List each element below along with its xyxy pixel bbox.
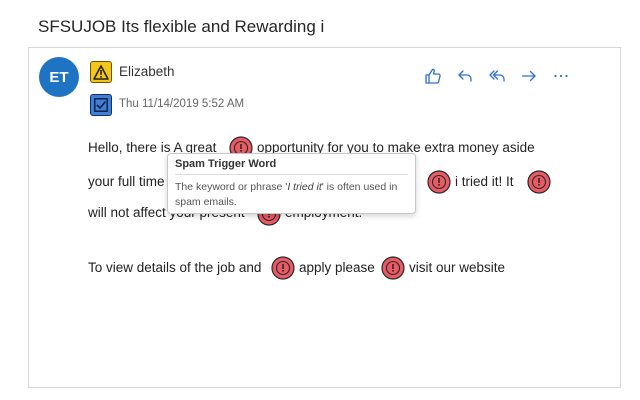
checkbox-icon[interactable]: [90, 94, 112, 116]
warning-icon[interactable]: [90, 61, 112, 83]
avatar[interactable]: ET: [39, 57, 79, 97]
body-text: visit our website: [409, 260, 506, 275]
tooltip-text: The keyword or phrase 'I tried it' is of…: [175, 180, 408, 210]
reply-icon[interactable]: [455, 66, 475, 86]
forward-icon[interactable]: [519, 66, 539, 86]
tooltip-title: Spam Trigger Word: [175, 158, 408, 175]
spam-flag-icon[interactable]: [271, 256, 295, 280]
like-icon[interactable]: [423, 66, 443, 86]
body-text: To view details of the job and: [88, 260, 262, 275]
more-options-icon[interactable]: [551, 66, 571, 86]
spam-flag-icon[interactable]: [381, 256, 405, 280]
body-text: i tried it! It: [455, 174, 514, 189]
spam-tooltip: Spam Trigger Word The keyword or phrase …: [167, 153, 416, 214]
body-text: apply please: [299, 260, 375, 275]
spam-flag-icon[interactable]: [527, 170, 551, 194]
body-text: your full time: [88, 174, 165, 189]
email-datetime: Thu 11/14/2019 5:52 AM: [119, 98, 245, 110]
reply-all-icon[interactable]: [487, 66, 507, 86]
spam-flag-icon[interactable]: [427, 170, 451, 194]
tooltip-phrase: I tried it: [287, 181, 322, 193]
tooltip-text-before: The keyword or phrase ': [175, 181, 288, 193]
message-actions: [423, 66, 571, 86]
sender-name[interactable]: Elizabeth: [119, 64, 175, 79]
email-subject: SFSUJOB Its flexible and Rewarding i: [38, 17, 325, 36]
